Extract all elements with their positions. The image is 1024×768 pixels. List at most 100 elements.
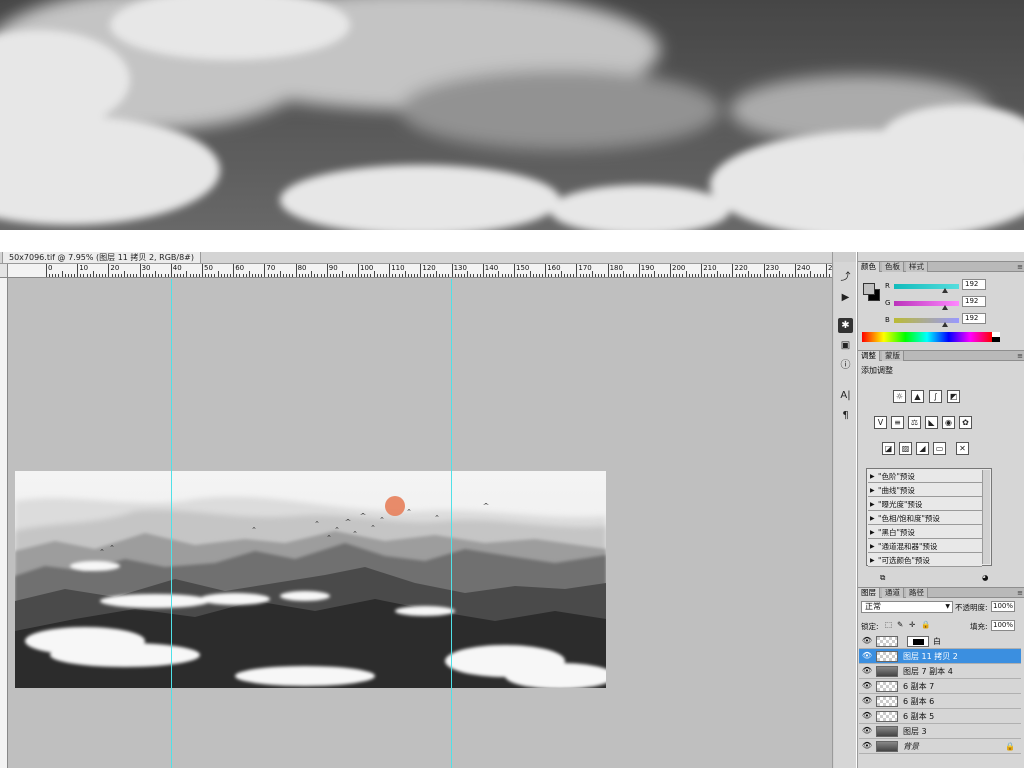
posterize-icon[interactable]: ▨ bbox=[899, 442, 912, 455]
guide-line-right[interactable] bbox=[451, 279, 452, 768]
lock-paint-icon[interactable]: ✎ bbox=[897, 620, 903, 629]
layer-row[interactable]: 👁 6 副本 6 bbox=[859, 694, 1021, 709]
layer-row[interactable]: 👁 图层 7 副本 4 bbox=[859, 664, 1021, 679]
lock-move-icon[interactable]: ✛ bbox=[909, 620, 915, 629]
foreground-color-swatch[interactable] bbox=[863, 283, 875, 295]
layer-mask-thumbnail[interactable] bbox=[907, 636, 929, 647]
opacity-input[interactable]: 100% bbox=[991, 601, 1015, 612]
selective-color-icon[interactable]: ✕ bbox=[956, 442, 969, 455]
fill-label: 填充: bbox=[970, 622, 988, 631]
layer-row[interactable]: 👁 白 bbox=[859, 634, 1021, 649]
panel-menu-icon[interactable]: ≡ bbox=[1017, 262, 1023, 272]
color-balance-icon[interactable]: ⚖ bbox=[908, 416, 921, 429]
fill-input[interactable]: 100% bbox=[991, 620, 1015, 631]
preset-item[interactable]: ▶ "曝光度"预设 bbox=[868, 498, 982, 511]
tab-color[interactable]: 颜色 bbox=[858, 262, 880, 272]
r-value[interactable]: 192 bbox=[962, 279, 986, 290]
levels-icon[interactable]: ▲ bbox=[911, 390, 924, 403]
g-value[interactable]: 192 bbox=[962, 296, 986, 307]
layer-row[interactable]: 👁 6 副本 5 bbox=[859, 709, 1021, 724]
vibrance-icon[interactable]: V bbox=[874, 416, 887, 429]
ruler-label: 150 bbox=[516, 264, 530, 272]
exposure-icon[interactable]: ◩ bbox=[947, 390, 960, 403]
threshold-icon[interactable]: ◢ bbox=[916, 442, 929, 455]
character-icon[interactable]: A| bbox=[838, 388, 853, 403]
ruler-tick bbox=[607, 264, 609, 277]
ruler-minor-tick bbox=[501, 274, 503, 277]
panel-menu-icon[interactable]: ≡ bbox=[1017, 588, 1023, 598]
paragraph-icon[interactable]: ¶ bbox=[838, 408, 853, 423]
ruler-minor-tick bbox=[127, 274, 129, 277]
eye-icon[interactable]: 👁 bbox=[861, 741, 873, 751]
ruler-minor-tick bbox=[610, 274, 612, 277]
document-tab[interactable]: 50x7096.tif @ 7.95% (图层 11 拷贝 2, RGB/8#) bbox=[2, 252, 201, 264]
eye-icon[interactable]: 👁 bbox=[861, 711, 873, 721]
guide-line-left[interactable] bbox=[171, 279, 172, 768]
landscape-artwork[interactable] bbox=[15, 471, 606, 688]
ruler-minor-tick bbox=[470, 274, 472, 277]
r-slider[interactable] bbox=[894, 284, 959, 293]
tab-channels[interactable]: 通道 bbox=[882, 588, 904, 598]
adjustments-panel-tabs: 调整 蒙版 ≡ bbox=[858, 350, 1024, 361]
history-icon[interactable]: ⤴ bbox=[838, 270, 853, 285]
layer-row[interactable]: 👁 6 副本 7 bbox=[859, 679, 1021, 694]
layer-row[interactable]: 👁 图层 3 bbox=[859, 724, 1021, 739]
ruler-minor-tick bbox=[423, 274, 425, 277]
preset-item[interactable]: ▶ "通道混和器"预设 bbox=[868, 540, 982, 553]
panel-icon-strip: ⤴ ▶ ✱ ▣ ⓘ A| ¶ bbox=[834, 262, 856, 768]
eye-icon[interactable]: 👁 bbox=[861, 636, 873, 646]
invert-icon[interactable]: ◪ bbox=[882, 442, 895, 455]
ruler-minor-tick bbox=[620, 274, 622, 277]
layer-row[interactable]: 👁 图层 11 拷贝 2 bbox=[859, 649, 1021, 664]
actions-icon[interactable]: ▶ bbox=[838, 290, 853, 305]
panel-menu-icon[interactable]: ≡ bbox=[1017, 351, 1023, 361]
layer-row[interactable]: 👁 背景 🔒 bbox=[859, 739, 1021, 754]
info-icon[interactable]: ⓘ bbox=[838, 358, 853, 373]
expand-triangle-icon: ▶ bbox=[870, 501, 875, 508]
adjustments-menu-icon[interactable]: ◕ bbox=[982, 573, 989, 582]
g-slider[interactable] bbox=[894, 301, 959, 310]
ruler-minor-tick bbox=[535, 274, 537, 277]
photo-filter-icon[interactable]: ◉ bbox=[942, 416, 955, 429]
presets-scrollbar[interactable] bbox=[982, 470, 990, 564]
tab-masks[interactable]: 蒙版 bbox=[882, 351, 904, 361]
layer-name: 图层 7 副本 4 bbox=[903, 667, 953, 676]
preset-item[interactable]: ▶ "色阶"预设 bbox=[868, 470, 982, 483]
navigator-icon[interactable]: ▣ bbox=[838, 338, 853, 353]
b-slider[interactable] bbox=[894, 318, 959, 327]
eye-icon[interactable]: 👁 bbox=[861, 651, 873, 661]
gradient-map-icon[interactable]: ▭ bbox=[933, 442, 946, 455]
color-spectrum-bw[interactable] bbox=[992, 332, 1000, 342]
preset-item[interactable]: ▶ "可选颜色"预设 bbox=[868, 554, 982, 567]
eye-icon[interactable]: 👁 bbox=[861, 696, 873, 706]
preset-item[interactable]: ▶ "色相/饱和度"预设 bbox=[868, 512, 982, 525]
hue-saturation-icon[interactable]: ≡ bbox=[891, 416, 904, 429]
expand-triangle-icon: ▶ bbox=[870, 543, 875, 550]
tab-layers[interactable]: 图层 bbox=[858, 588, 880, 598]
g-slider-thumb[interactable] bbox=[942, 305, 948, 310]
r-slider-thumb[interactable] bbox=[942, 288, 948, 293]
brightness-contrast-icon[interactable]: ☼ bbox=[893, 390, 906, 403]
channel-mixer-icon[interactable]: ✿ bbox=[959, 416, 972, 429]
black-white-icon[interactable]: ◣ bbox=[925, 416, 938, 429]
ruler-minor-tick bbox=[645, 274, 647, 277]
eye-icon[interactable]: 👁 bbox=[861, 666, 873, 676]
ruler-minor-tick bbox=[64, 274, 66, 277]
lock-transparency-icon[interactable]: ⬚ bbox=[885, 620, 892, 629]
lock-all-icon[interactable]: 🔒 bbox=[921, 620, 930, 629]
clip-to-layer-icon[interactable]: ⧉ bbox=[880, 573, 885, 583]
eye-icon[interactable]: 👁 bbox=[861, 681, 873, 691]
tab-styles[interactable]: 样式 bbox=[906, 262, 928, 272]
color-spectrum[interactable] bbox=[862, 332, 992, 342]
b-slider-thumb[interactable] bbox=[942, 322, 948, 327]
preset-item[interactable]: ▶ "曲线"预设 bbox=[868, 484, 982, 497]
curves-icon[interactable]: ∫ bbox=[929, 390, 942, 403]
eye-icon[interactable]: 👁 bbox=[861, 726, 873, 736]
tab-swatches[interactable]: 色板 bbox=[882, 262, 904, 272]
tab-adjustments[interactable]: 调整 bbox=[858, 351, 880, 361]
blend-mode-select[interactable]: 正常 ▼ bbox=[861, 601, 953, 613]
b-value[interactable]: 192 bbox=[962, 313, 986, 324]
tab-paths[interactable]: 路径 bbox=[906, 588, 928, 598]
brightness-icon[interactable]: ✱ bbox=[838, 318, 853, 333]
preset-item[interactable]: ▶ "黑白"预设 bbox=[868, 526, 982, 539]
